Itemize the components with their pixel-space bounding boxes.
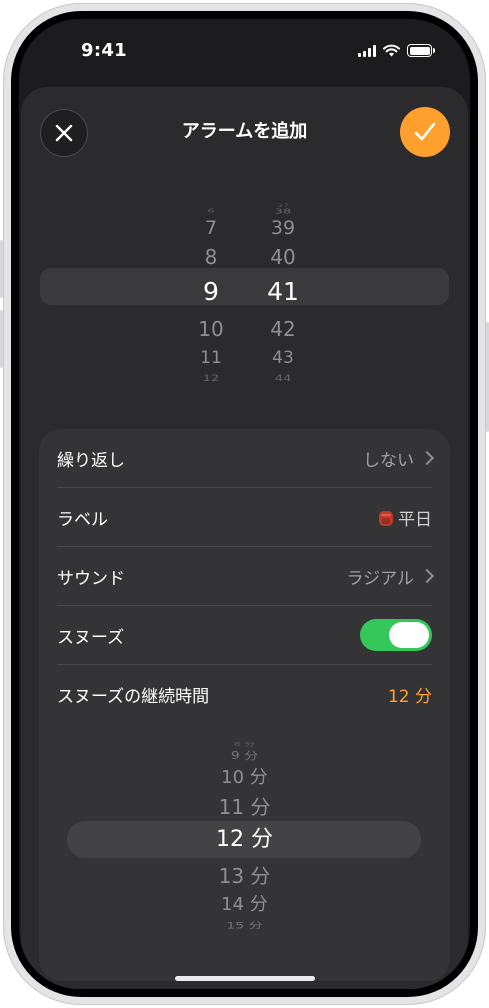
snooze-duration-label: スヌーズの継続時間 [57, 686, 210, 707]
hour-option: 6 [207, 207, 215, 214]
snooze-option: 10 分 [221, 767, 268, 788]
add-alarm-sheet: アラームを追加 6 7 8 9 10 11 12 37 38 39 40 41 … [21, 87, 468, 989]
toggle-knob [389, 622, 429, 648]
hour-option: 11 [200, 348, 222, 368]
wifi-icon [383, 44, 400, 57]
snooze-selected: 12 分 [216, 827, 273, 852]
repeat-value-text: しない [363, 450, 414, 471]
cellular-signal-icon [358, 44, 376, 57]
snooze-option: 8 分 [233, 741, 256, 748]
time-picker-selection [40, 268, 449, 305]
minute-option: 42 [270, 317, 296, 341]
label-row[interactable]: ラベル 平日 [57, 488, 432, 546]
minute-wheel[interactable]: 37 38 39 40 41 42 43 44 [253, 204, 313, 407]
minute-option: 39 [270, 217, 296, 239]
volume-down-button [0, 310, 3, 368]
home-indicator[interactable] [175, 976, 315, 981]
hour-option: 10 [198, 317, 224, 341]
snooze-option: 11 分 [218, 795, 271, 819]
minute-selected: 41 [267, 277, 299, 306]
snooze-option: 15 分 [226, 921, 263, 931]
hour-selected: 9 [203, 277, 219, 306]
screen: 9:41 アラームを追加 6 7 8 9 10 11 12 37 38 39 4… [19, 19, 470, 989]
status-icons [358, 44, 435, 57]
repeat-value: しない [363, 446, 435, 471]
snooze-option: 9 分 [230, 750, 259, 762]
snooze-option: 13 分 [218, 864, 271, 888]
chevron-right-icon [419, 568, 435, 584]
sound-value: ラジアル [346, 564, 435, 589]
snooze-duration-wheel[interactable]: 8 分 9 分 10 分 11 分 12 分 13 分 14 分 15 分 [39, 739, 450, 939]
status-bar: 9:41 [19, 19, 470, 79]
hour-option: 12 [202, 373, 220, 384]
hour-option: 8 [204, 245, 218, 269]
sound-label: サウンド [57, 568, 125, 589]
hour-option: 7 [204, 217, 218, 239]
snooze-option: 14 分 [221, 894, 268, 915]
hour-wheel[interactable]: 6 7 8 9 10 11 12 [181, 205, 241, 407]
volume-up-button [0, 240, 3, 298]
checkmark-icon [414, 122, 436, 141]
backpack-icon [379, 507, 393, 526]
chevron-right-icon [419, 450, 435, 466]
battery-icon [407, 44, 435, 57]
sound-value-text: ラジアル [346, 568, 415, 589]
label-value: 平日 [377, 505, 432, 530]
snooze-label: スヌーズ [57, 627, 125, 648]
snooze-row: スヌーズ [57, 606, 432, 664]
alarm-settings-card: 繰り返し しない ラベル 平日 サウンド ラジアル スヌーズ スヌーズの継続時間… [39, 429, 450, 981]
confirm-button[interactable] [400, 107, 450, 157]
minute-option: 40 [270, 245, 296, 269]
minute-option: 44 [274, 373, 292, 384]
sound-row[interactable]: サウンド ラジアル [57, 547, 435, 605]
minute-option: 43 [272, 348, 294, 368]
snooze-toggle[interactable] [360, 619, 432, 651]
label-value-text: 平日 [398, 509, 432, 530]
repeat-label: 繰り返し [57, 450, 125, 471]
repeat-row[interactable]: 繰り返し しない [57, 429, 435, 487]
label-label: ラベル [57, 509, 108, 530]
status-time: 9:41 [81, 40, 127, 61]
minute-option: 38 [274, 207, 292, 216]
snooze-duration-value: 12 分 [387, 686, 432, 707]
snooze-duration-row[interactable]: スヌーズの継続時間 12 分 [57, 665, 432, 723]
